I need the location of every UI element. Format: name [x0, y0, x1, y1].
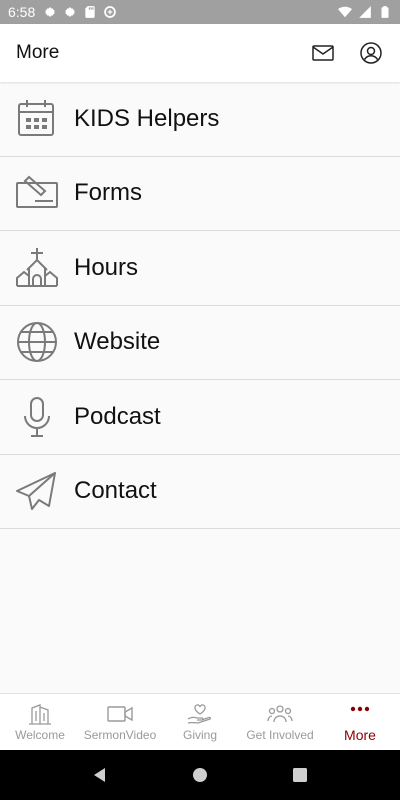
- paper-plane-icon: [0, 469, 74, 513]
- microphone-icon: [0, 395, 74, 439]
- account-button[interactable]: [358, 40, 384, 66]
- more-dots-icon: [350, 706, 370, 712]
- recents-icon[interactable]: [291, 766, 309, 784]
- video-camera-icon: [107, 706, 133, 722]
- menu-item-podcast[interactable]: Podcast: [0, 380, 400, 455]
- bottom-tab-bar: Welcome SermonVideo Giving Get Involved …: [0, 693, 400, 750]
- menu-item-label: Forms: [74, 179, 142, 207]
- settings-icon: [65, 7, 76, 17]
- tab-get-involved[interactable]: Get Involved: [240, 694, 320, 750]
- menu-item-label: Hours: [74, 253, 139, 281]
- more-menu-list: KIDS Helpers Forms Hours Website Podcast…: [0, 82, 400, 529]
- mail-button[interactable]: [310, 40, 336, 66]
- tab-label: Get Involved: [246, 728, 314, 742]
- mail-icon: [312, 45, 334, 61]
- menu-item-label: Contact: [74, 477, 157, 505]
- menu-item-kids-helpers[interactable]: KIDS Helpers: [0, 82, 400, 157]
- app-header: More: [0, 24, 400, 82]
- menu-item-forms[interactable]: Forms: [0, 156, 400, 231]
- tab-giving[interactable]: Giving: [160, 694, 240, 750]
- form-edit-icon: [0, 171, 74, 215]
- home-icon[interactable]: [191, 766, 209, 784]
- wifi-icon: [338, 6, 352, 18]
- account-icon: [360, 42, 382, 64]
- tab-label: Welcome: [15, 728, 65, 742]
- heart-hand-icon: [187, 704, 212, 724]
- back-icon[interactable]: [91, 766, 109, 784]
- signal-icon: [359, 6, 371, 18]
- building-icon: [29, 704, 51, 725]
- status-notification-icons: [43, 5, 117, 19]
- settings-icon: [45, 7, 56, 17]
- system-navigation-bar: [0, 750, 400, 800]
- status-system-icons: [338, 5, 392, 19]
- church-icon: [0, 246, 74, 290]
- menu-item-website[interactable]: Website: [0, 305, 400, 380]
- menu-item-contact[interactable]: Contact: [0, 454, 400, 529]
- menu-item-hours[interactable]: Hours: [0, 231, 400, 306]
- battery-icon: [381, 6, 389, 18]
- tab-welcome[interactable]: Welcome: [0, 694, 80, 750]
- globe-icon: [0, 320, 74, 364]
- tab-label: SermonVideo: [83, 728, 157, 742]
- data-saver-icon: [104, 6, 117, 18]
- menu-item-label: Website: [74, 328, 161, 356]
- menu-item-label: KIDS Helpers: [74, 104, 220, 132]
- page-title: More: [16, 42, 60, 63]
- calendar-icon: [0, 97, 74, 141]
- menu-item-label: Podcast: [74, 402, 161, 430]
- tab-sermonvideo[interactable]: SermonVideo: [80, 694, 160, 750]
- tab-more[interactable]: More: [320, 694, 400, 750]
- status-bar: 6:58: [0, 0, 400, 24]
- tab-label: Giving: [182, 728, 217, 742]
- status-time: 6:58: [8, 4, 36, 20]
- header-actions: [310, 40, 384, 66]
- tab-label: More: [344, 727, 376, 743]
- people-icon: [267, 705, 293, 723]
- sd-card-icon: [85, 6, 95, 18]
